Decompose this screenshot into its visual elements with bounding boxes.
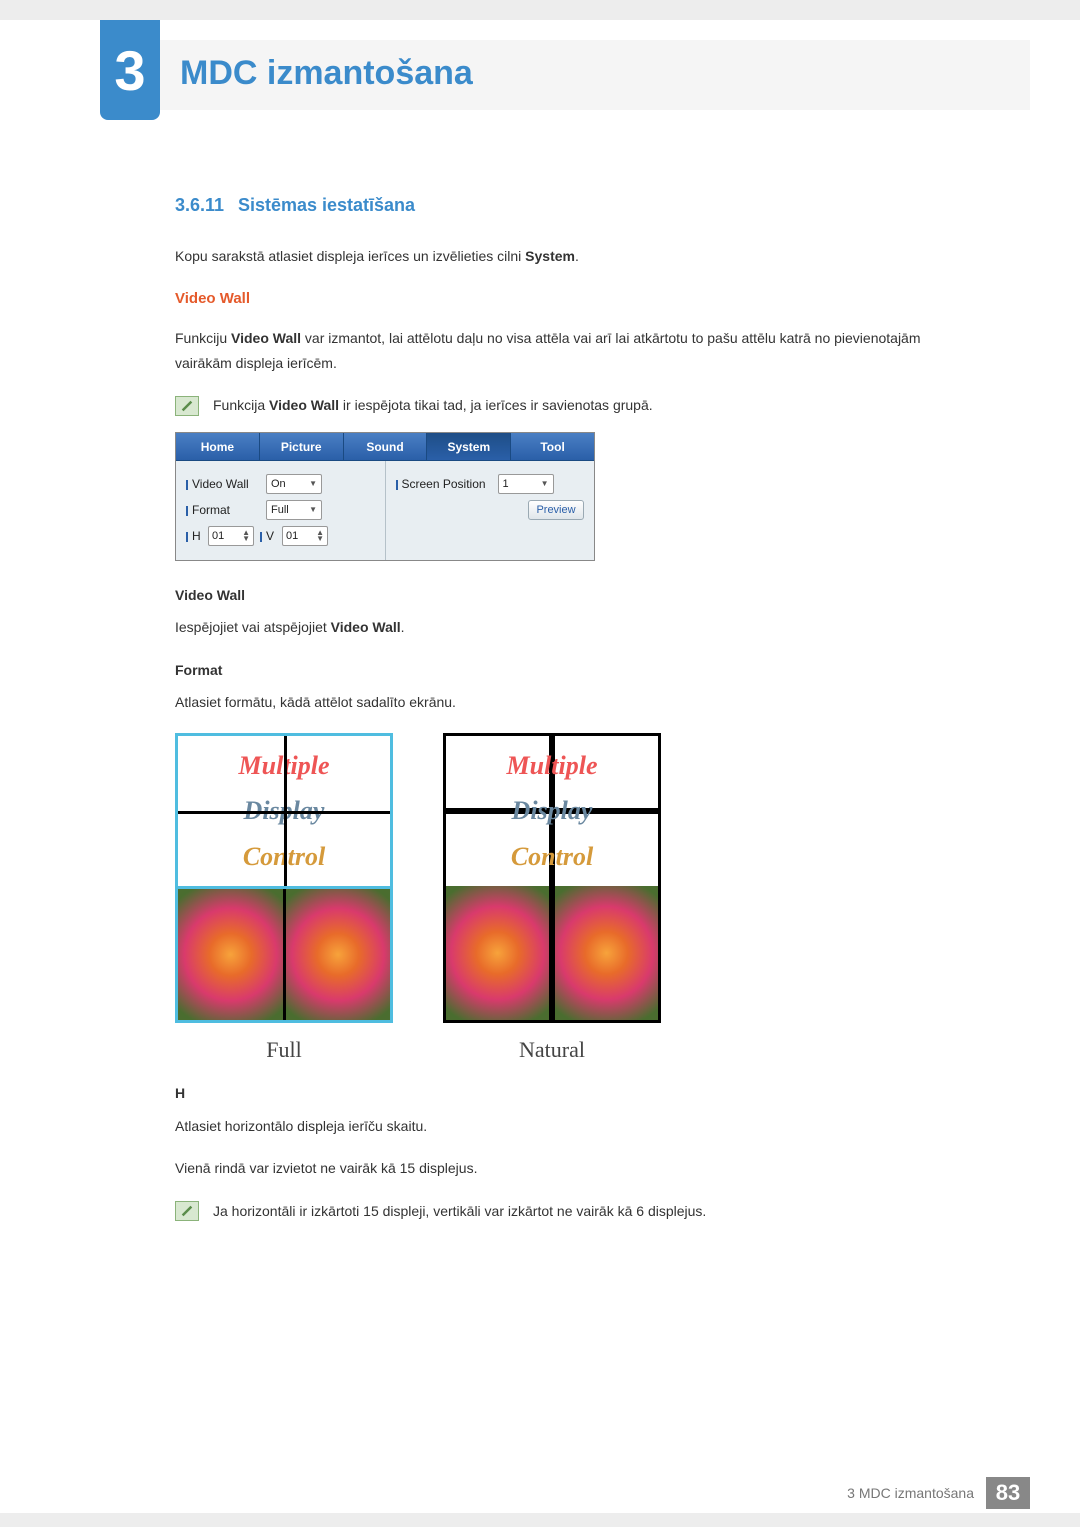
diagram-label-3: Control: [511, 834, 593, 880]
page-number: 83: [986, 1477, 1030, 1509]
diagram-label-3: Control: [243, 834, 325, 880]
flower-image: [555, 886, 658, 1020]
label-v: V: [260, 526, 276, 547]
diagram-label-1: Multiple: [506, 743, 597, 789]
select-screen-position[interactable]: 1 ▼: [498, 474, 554, 494]
flower-image: [286, 889, 391, 1020]
chevron-down-icon: ▼: [541, 477, 549, 491]
subheading-format: Format: [175, 658, 980, 683]
select-video-wall[interactable]: On ▼: [266, 474, 322, 494]
subheading-h: H: [175, 1081, 980, 1106]
spinner-value: 01: [212, 527, 224, 546]
page-header: 3 MDC izmantošana: [0, 20, 1080, 130]
note-icon: [175, 1201, 199, 1221]
content: 3.6.11 Sistēmas iestatīšana Kopu sarakst…: [0, 130, 1080, 1223]
video-wall-enable-paragraph: Iespējojiet vai atspējojiet Video Wall.: [175, 615, 980, 640]
spinner-arrows-icon: ▲▼: [242, 530, 250, 542]
label-format: Format: [186, 500, 260, 521]
select-value: 1: [503, 475, 509, 494]
diagram-label-2: Display: [244, 788, 325, 834]
caption-full: Full: [175, 1031, 393, 1070]
text: Kopu sarakstā atlasiet displeja ierīces …: [175, 248, 525, 264]
intro-paragraph: Kopu sarakstā atlasiet displeja ierīces …: [175, 244, 980, 269]
tab-sound[interactable]: Sound: [344, 433, 428, 460]
spinner-h[interactable]: 01 ▲▼: [208, 526, 254, 546]
select-format[interactable]: Full ▼: [266, 500, 322, 520]
section-number: 3.6.11: [175, 195, 224, 215]
label-video-wall: Video Wall: [186, 474, 260, 495]
text: ir iespējota tikai tad, ja ierīces ir sa…: [339, 397, 653, 413]
spinner-arrows-icon: ▲▼: [316, 530, 324, 542]
panel-left: Video Wall On ▼ Format Full ▼ H: [176, 461, 386, 560]
note-row-h: Ja horizontāli ir izkārtoti 15 displeji,…: [175, 1199, 980, 1224]
preview-button[interactable]: Preview: [528, 500, 584, 520]
label-screen-position: Screen Position: [396, 474, 492, 495]
system-panel: Home Picture Sound System Tool Video Wal…: [175, 432, 595, 561]
section-heading: 3.6.11 Sistēmas iestatīšana: [175, 190, 980, 222]
text: .: [401, 619, 405, 635]
chapter-title: MDC izmantošana: [180, 20, 473, 93]
tab-tool[interactable]: Tool: [511, 433, 594, 460]
text: Funkcija: [213, 397, 269, 413]
note-text-h: Ja horizontāli ir izkārtoti 15 displeji,…: [213, 1199, 706, 1224]
chevron-down-icon: ▼: [309, 477, 317, 491]
bold-text: Video Wall: [231, 330, 301, 346]
note-row: Funkcija Video Wall ir iespējota tikai t…: [175, 393, 980, 418]
footer-text: 3 MDC izmantošana: [847, 1485, 974, 1501]
top-strip: [0, 0, 1080, 20]
diagram-natural: Multiple Display Control Natural: [443, 733, 661, 1070]
tab-system[interactable]: System: [427, 433, 511, 460]
tab-home[interactable]: Home: [176, 433, 260, 460]
diagram-label-2: Display: [512, 788, 593, 834]
label-h: H: [186, 526, 202, 547]
subheading-video-wall-2: Video Wall: [175, 583, 980, 608]
text: Funkciju: [175, 330, 231, 346]
spinner-value: 01: [286, 527, 298, 546]
tab-bar: Home Picture Sound System Tool: [176, 433, 594, 461]
h-paragraph-1: Atlasiet horizontālo displeja ierīču ska…: [175, 1114, 980, 1139]
note-text: Funkcija Video Wall ir iespējota tikai t…: [213, 393, 653, 418]
chapter-badge: 3: [100, 20, 160, 120]
page-footer: 3 MDC izmantošana 83: [847, 1477, 1030, 1509]
bold-text: Video Wall: [331, 619, 401, 635]
bold-text: System: [525, 248, 575, 264]
note-icon: [175, 396, 199, 416]
format-paragraph: Atlasiet formātu, kādā attēlot sadalīto …: [175, 690, 980, 715]
subheading-video-wall: Video Wall: [175, 286, 980, 312]
tab-picture[interactable]: Picture: [260, 433, 344, 460]
diagram-full: Multiple Display Control Full: [175, 733, 393, 1070]
text: .: [575, 248, 579, 264]
flower-image: [178, 889, 283, 1020]
video-wall-paragraph: Funkciju Video Wall var izmantot, lai at…: [175, 326, 980, 375]
bold-text: Video Wall: [269, 397, 339, 413]
chevron-down-icon: ▼: [309, 503, 317, 517]
h-paragraph-2: Vienā rindā var izvietot ne vairāk kā 15…: [175, 1156, 980, 1181]
section-title: Sistēmas iestatīšana: [238, 195, 415, 215]
select-value: On: [271, 475, 286, 494]
panel-right: Screen Position 1 ▼ Preview: [386, 461, 595, 560]
format-diagrams: Multiple Display Control Full Multiple D…: [175, 733, 980, 1070]
spinner-v[interactable]: 01 ▲▼: [282, 526, 328, 546]
flower-image: [446, 886, 549, 1020]
diagram-label-1: Multiple: [238, 743, 329, 789]
bottom-strip: [0, 1513, 1080, 1527]
panel-body: Video Wall On ▼ Format Full ▼ H: [176, 461, 594, 560]
caption-natural: Natural: [443, 1031, 661, 1070]
select-value: Full: [271, 501, 289, 520]
text: Iespējojiet vai atspējojiet: [175, 619, 331, 635]
